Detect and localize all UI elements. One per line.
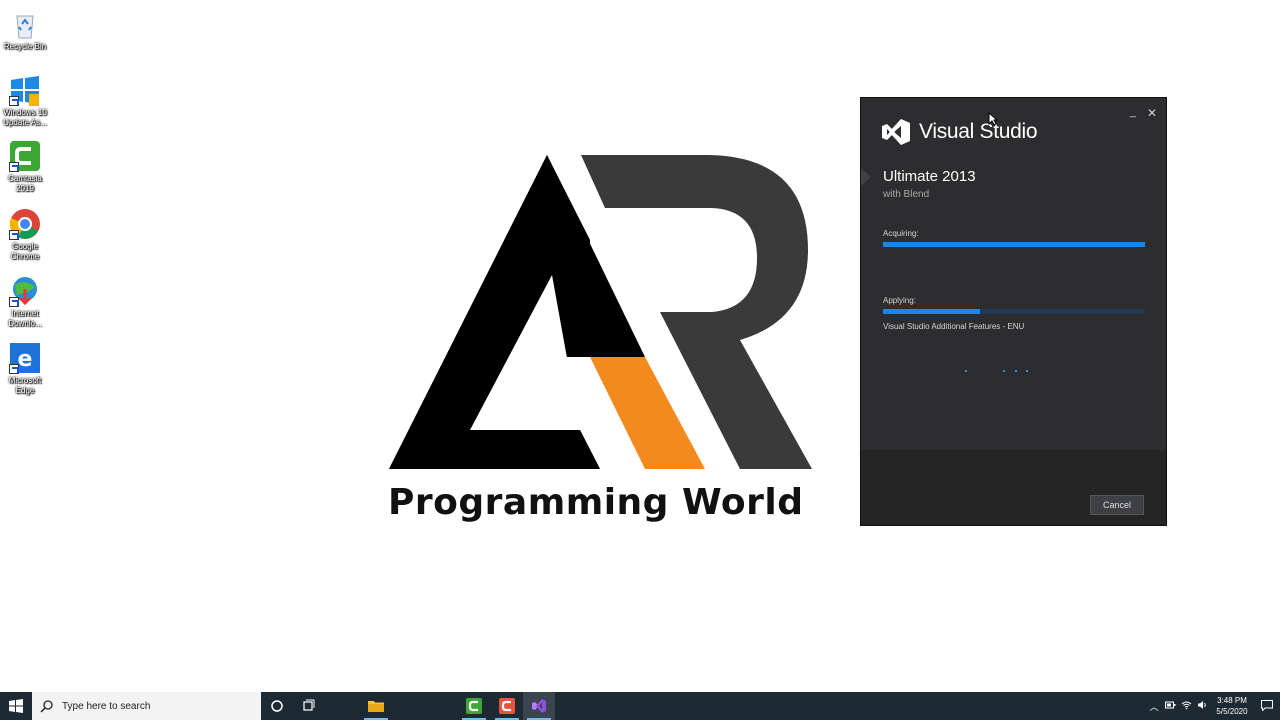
- desktop-icon-windows-update[interactable]: Windows 10 Update As...: [0, 74, 50, 128]
- desktop-icon-label: Google Chrome: [10, 242, 40, 261]
- task-view-button[interactable]: [293, 692, 325, 720]
- vs-edition: Ultimate 2013: [883, 168, 976, 185]
- camtasia-icon: [9, 140, 41, 172]
- taskbar-clock[interactable]: 3:48 PM 5/5/2020: [1210, 695, 1254, 717]
- chrome-icon: [9, 208, 41, 240]
- desktop-icon-camtasia[interactable]: Camtasia 2019: [0, 140, 50, 194]
- start-button[interactable]: [0, 692, 32, 720]
- windows-logo-icon: [9, 699, 23, 713]
- applying-status-text: Visual Studio Additional Features - ENU: [883, 322, 1025, 331]
- desktop-icon-label: Camtasia 2019: [8, 174, 42, 193]
- applying-progress-bar: [883, 309, 1145, 314]
- taskbar-search-box[interactable]: Type here to search: [32, 692, 261, 720]
- desktop-icon-recycle-bin[interactable]: Recycle Bin: [0, 8, 50, 52]
- vs-installer-window: _ ✕ Visual Studio Ultimate 2013 with Ble…: [860, 97, 1167, 526]
- loading-dot: [1003, 370, 1005, 372]
- svg-text:e: e: [18, 347, 33, 372]
- taskbar-visual-studio[interactable]: [523, 692, 555, 720]
- acquiring-label: Acquiring:: [883, 229, 919, 238]
- shortcut-arrow-icon: [9, 96, 19, 106]
- vs-brand: Visual Studio: [881, 118, 1038, 146]
- acquiring-progress-fill: [883, 242, 1145, 247]
- network-icon[interactable]: [1178, 700, 1194, 712]
- cancel-button[interactable]: Cancel: [1090, 495, 1144, 515]
- programming-world-logo: [389, 155, 812, 469]
- shortcut-arrow-icon: [9, 230, 19, 240]
- edition-indicator-icon: [861, 168, 871, 186]
- taskbar-file-explorer[interactable]: [360, 692, 392, 720]
- clock-time: 3:48 PM: [1217, 696, 1247, 705]
- edge-icon: e: [9, 342, 41, 374]
- loading-dot: [1015, 370, 1017, 372]
- camtasia-recorder-icon: [499, 698, 515, 714]
- visual-studio-icon: [532, 699, 546, 713]
- vs-edition-subtitle: with Blend: [883, 189, 930, 200]
- system-tray: ︿ 3:48 PM 5/5/2020: [1146, 692, 1280, 720]
- show-hidden-icons-icon[interactable]: ︿: [1146, 700, 1162, 713]
- visual-studio-logo-icon: [882, 119, 910, 145]
- cortana-button[interactable]: [261, 692, 293, 720]
- internet-download-manager-icon: [9, 275, 41, 307]
- battery-icon[interactable]: [1162, 701, 1178, 711]
- logo-text: Programming World: [388, 482, 804, 523]
- loading-dot: [1026, 370, 1028, 372]
- desktop-icon-label: Recycle Bin: [3, 42, 47, 51]
- clock-date: 5/5/2020: [1216, 707, 1248, 716]
- close-button[interactable]: ✕: [1147, 106, 1157, 120]
- minimize-button[interactable]: _: [1130, 106, 1136, 118]
- shortcut-arrow-icon: [9, 364, 19, 374]
- desktop-icon-chrome[interactable]: Google Chrome: [0, 208, 50, 262]
- applying-label: Applying:: [883, 296, 916, 305]
- camtasia-icon: [466, 698, 482, 714]
- loading-dots: [963, 370, 1043, 376]
- mouse-cursor-icon: [988, 112, 998, 126]
- desktop-icon-label: Microsoft Edge: [8, 376, 42, 395]
- applying-progress-fill: [883, 309, 980, 314]
- desktop-icon-internet-download-manager[interactable]: Internet Downlo...: [0, 275, 50, 329]
- taskbar-camtasia-recorder[interactable]: [491, 692, 523, 720]
- desktop-icon-label: Windows 10 Update As...: [3, 108, 47, 127]
- vs-brand-name: Visual Studio: [919, 120, 1038, 143]
- file-explorer-icon: [368, 701, 384, 712]
- shortcut-arrow-icon: [9, 297, 19, 307]
- shortcut-arrow-icon: [9, 162, 19, 172]
- cortana-icon: [271, 700, 283, 712]
- volume-icon[interactable]: [1194, 700, 1210, 712]
- task-view-icon: [303, 699, 315, 711]
- recycle-bin-icon: [9, 8, 41, 40]
- taskbar-camtasia[interactable]: [458, 692, 490, 720]
- windows-update-icon: [9, 74, 41, 106]
- loading-dot: [965, 370, 967, 372]
- search-icon: [40, 700, 53, 713]
- desktop-icon-label: Internet Downlo...: [8, 309, 42, 328]
- search-placeholder: Type here to search: [62, 700, 151, 712]
- taskbar: Type here to search ︿ 3:48 PM 5/5/2020: [0, 692, 1280, 720]
- acquiring-progress-bar: [883, 242, 1145, 247]
- action-center-icon[interactable]: [1254, 699, 1280, 713]
- desktop-icon-edge[interactable]: e Microsoft Edge: [0, 342, 50, 396]
